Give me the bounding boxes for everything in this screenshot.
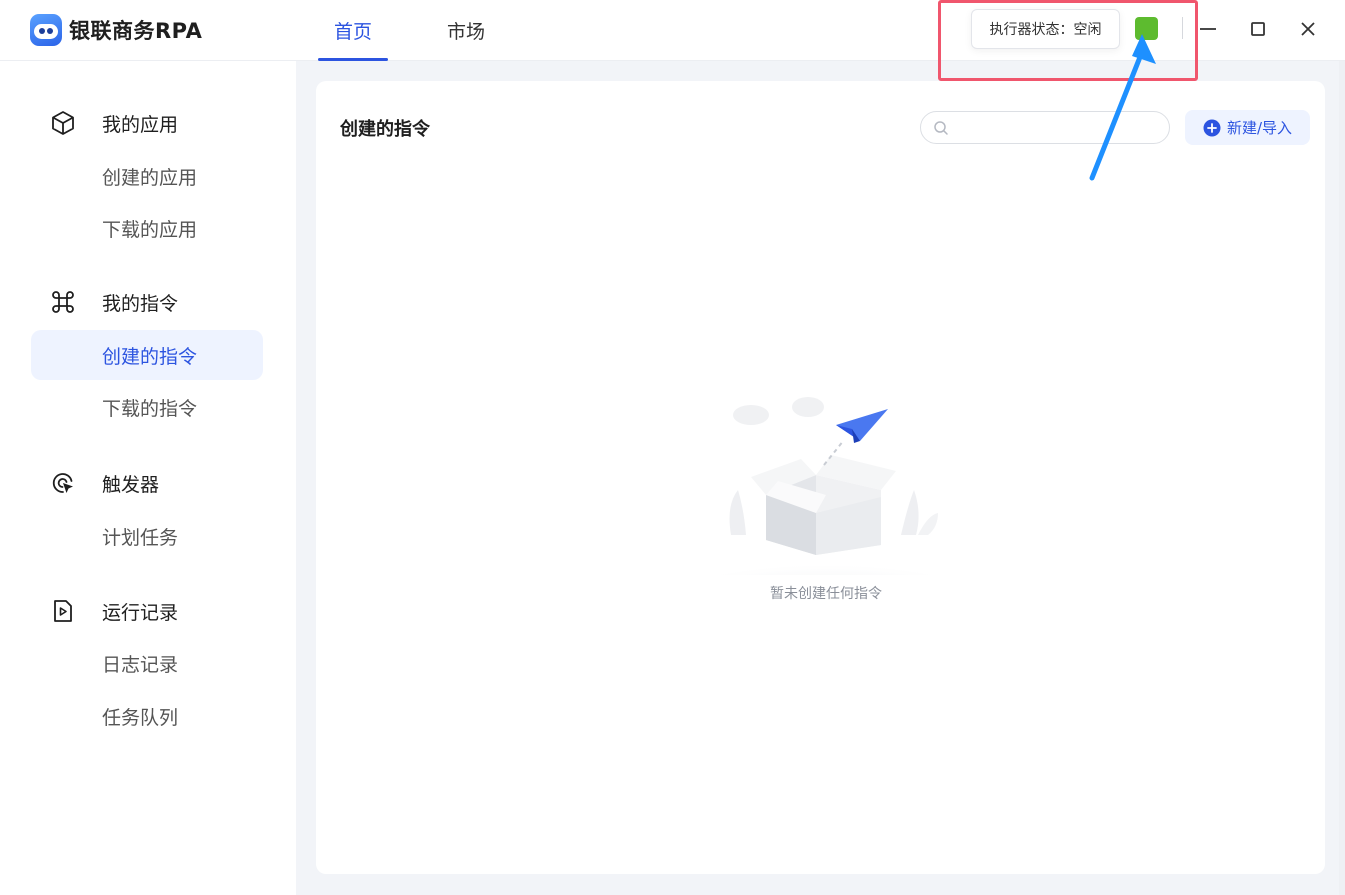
sidebar-item-label: 下载的应用	[102, 218, 198, 241]
sidebar-item-label: 下载的指令	[102, 397, 198, 420]
sidebar-group-triggers[interactable]: 触发器	[50, 468, 159, 498]
sidebar-group-run-records[interactable]: 运行记录	[50, 596, 178, 626]
app-name: 银联商务RPA	[69, 19, 203, 43]
executor-status-indicator[interactable]	[1135, 17, 1158, 40]
page-title: 创建的指令	[340, 119, 430, 140]
command-icon	[50, 289, 76, 315]
sidebar-item-downloaded-commands[interactable]: 下载的指令	[31, 382, 263, 432]
title-bar: 银联商务RPA 首页 市场 执行器状态：空闲	[0, 0, 1345, 61]
sidebar-item-label: 计划任务	[102, 526, 179, 549]
new-import-label: 新建/导入	[1226, 119, 1293, 137]
empty-box-illustration	[676, 397, 976, 575]
maximize-icon	[1251, 22, 1265, 36]
play-file-icon	[50, 598, 76, 624]
close-icon	[1301, 22, 1315, 36]
new-import-button[interactable]: 新建/导入	[1185, 110, 1310, 145]
empty-state-text: 暂未创建任何指令	[770, 586, 882, 602]
sidebar-item-label: 日志记录	[102, 653, 179, 676]
tab-home-label: 首页	[333, 21, 372, 43]
sidebar-group-my-commands[interactable]: 我的指令	[50, 287, 178, 317]
sidebar-item-scheduled-tasks[interactable]: 计划任务	[31, 511, 263, 561]
paper-plane-icon	[836, 409, 888, 443]
sidebar-group-title: 触发器	[102, 473, 160, 496]
sidebar-item-label: 创建的指令	[102, 345, 198, 368]
search-icon	[934, 120, 948, 135]
plus-circle-icon	[1203, 119, 1221, 136]
search-box[interactable]	[920, 111, 1170, 144]
cloud-icon	[733, 397, 824, 425]
sidebar-item-created-commands[interactable]: 创建的指令	[31, 330, 263, 380]
minimize-button[interactable]	[1193, 14, 1223, 44]
sidebar-item-logs[interactable]: 日志记录	[31, 638, 263, 688]
minimize-icon	[1200, 28, 1216, 30]
window-right-edge	[1339, 61, 1345, 895]
sidebar-item-task-queue[interactable]: 任务队列	[31, 691, 263, 741]
sidebar-group-title: 我的应用	[102, 113, 179, 136]
tab-home[interactable]: 首页	[318, 0, 388, 61]
sidebar-item-label: 创建的应用	[102, 166, 198, 189]
sidebar-group-title: 我的指令	[102, 292, 179, 315]
tab-market-label: 市场	[446, 21, 485, 43]
sidebar-item-downloaded-apps[interactable]: 下载的应用	[31, 203, 263, 253]
tab-market[interactable]: 市场	[431, 0, 501, 61]
sidebar-group-my-apps[interactable]: 我的应用	[50, 108, 178, 138]
toolbar-divider	[1182, 17, 1183, 39]
sidebar-item-created-apps[interactable]: 创建的应用	[31, 151, 263, 201]
sidebar-group-title: 运行记录	[102, 601, 179, 624]
brand: 银联商务RPA	[30, 13, 202, 47]
executor-status-text: 执行器状态：空闲	[989, 22, 1102, 38]
trigger-icon	[50, 470, 76, 496]
cube-icon	[50, 110, 76, 136]
sidebar-item-label: 任务队列	[102, 706, 179, 729]
executor-status-tooltip: 执行器状态：空闲	[971, 9, 1120, 49]
search-input[interactable]	[957, 119, 1157, 136]
close-button[interactable]	[1293, 14, 1323, 44]
robot-logo-icon	[30, 14, 62, 46]
maximize-button[interactable]	[1243, 14, 1273, 44]
